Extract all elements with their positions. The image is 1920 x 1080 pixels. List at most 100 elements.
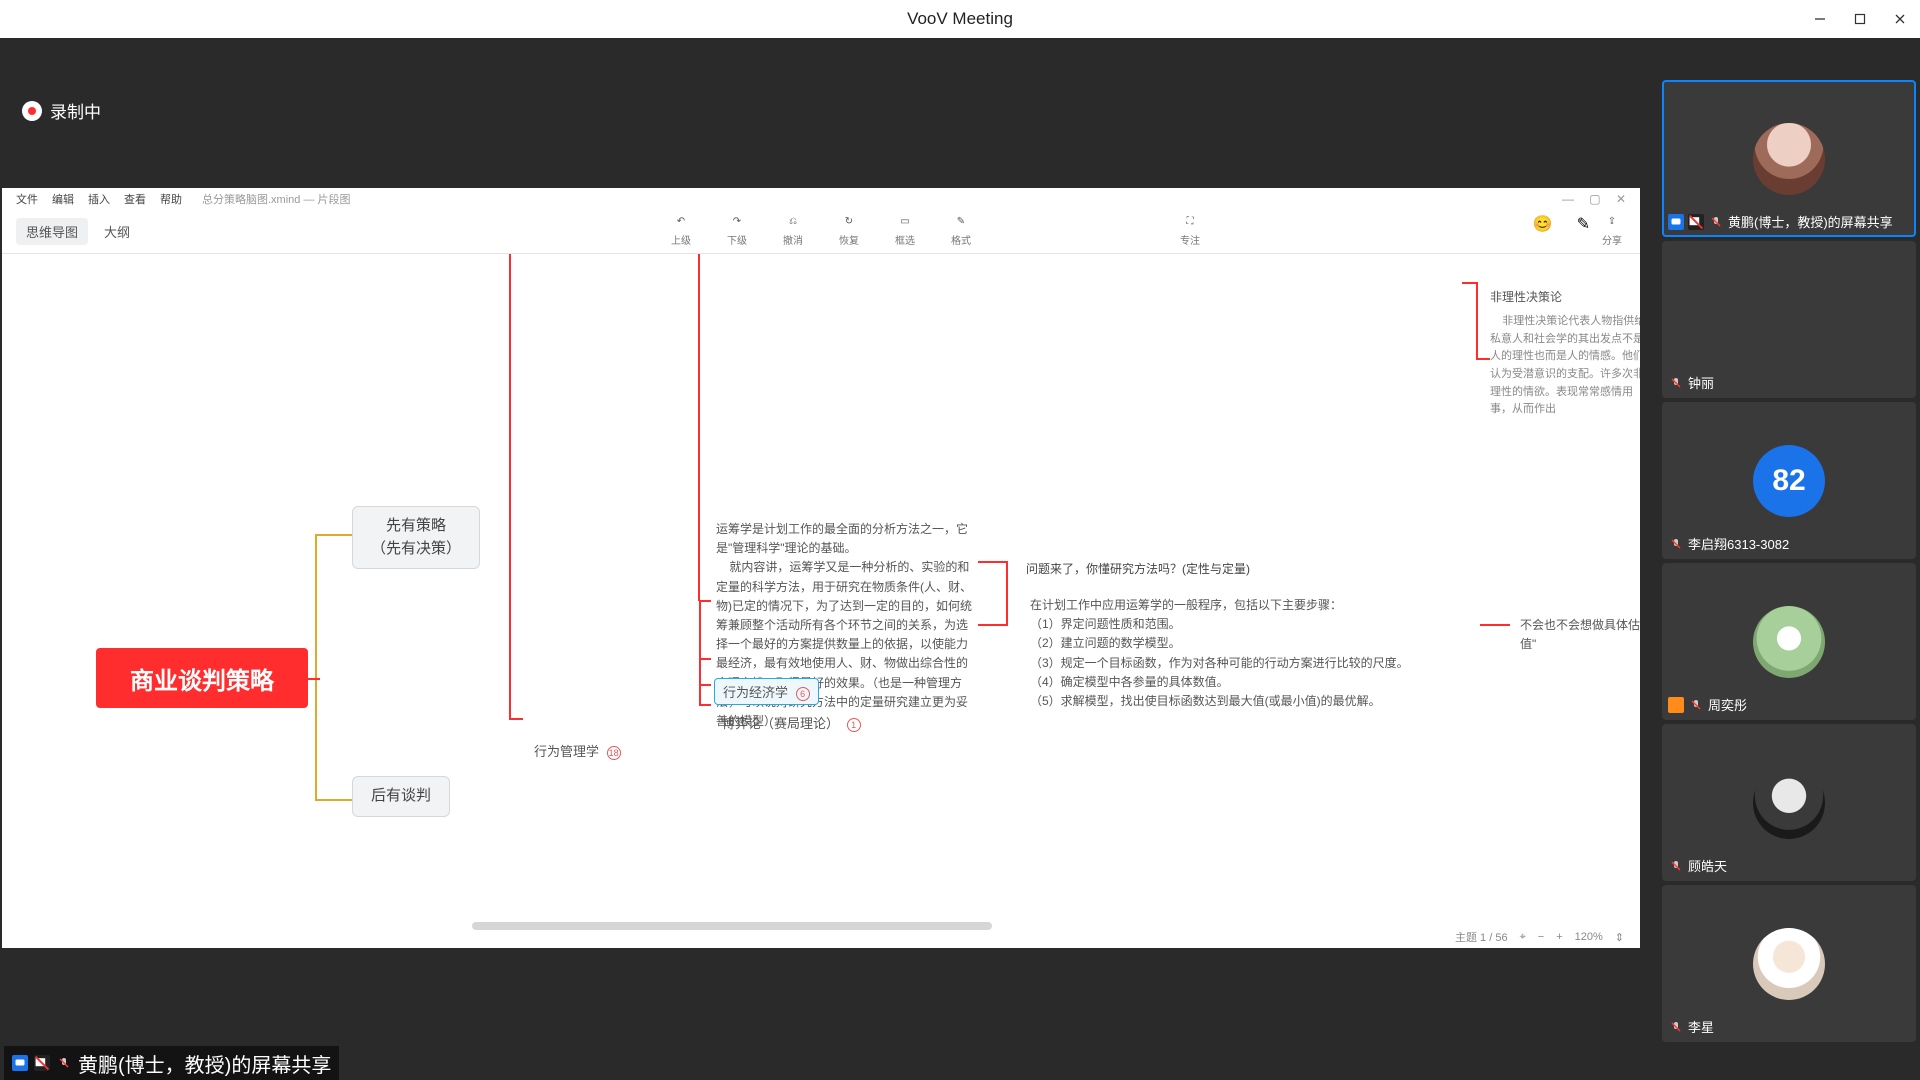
tab-outline[interactable]: 大纲 <box>104 222 130 241</box>
participant-tile[interactable]: 顾皓天 <box>1662 724 1916 881</box>
tool-next[interactable]: ↷下级 <box>727 212 747 247</box>
mic-muted-icon <box>1708 214 1724 230</box>
node-side[interactable]: 不会也不会想做具体估值" <box>1520 616 1640 654</box>
presenter-name: 黄鹏(博士，教授)的屏幕共享 <box>78 1049 331 1078</box>
participant-tile[interactable]: 钟丽 <box>1662 241 1916 398</box>
maximize-button[interactable] <box>1840 0 1880 38</box>
titlebar: VooV Meeting <box>0 0 1920 38</box>
app-toolbar: 思维导图 大纲 ↶上级 ↷下级 ⎌撤消 ↻恢复 ▭框选 ✎格式 ⛶专注 ⇪分享 … <box>2 210 1640 254</box>
root-node[interactable]: 商业谈判策略 <box>96 648 308 708</box>
connector <box>1462 282 1476 284</box>
mic-muted-icon <box>1668 1019 1684 1035</box>
app-title: VooV Meeting <box>907 9 1013 29</box>
connector <box>308 678 320 680</box>
presenter-label-bar: 黄鹏(博士，教授)的屏幕共享 <box>4 1046 339 1080</box>
close-button[interactable] <box>1880 0 1920 38</box>
mic-muted-icon <box>1688 697 1704 713</box>
participant-name: 周奕彤 <box>1708 695 1747 714</box>
connector <box>699 704 711 706</box>
node-non-rational[interactable]: 非理性决策论 非理性决策论代表人物指供给私意人和社会学的其出发点不是人的理性也而… <box>1490 288 1640 419</box>
connector <box>1006 561 1008 626</box>
menu-help[interactable]: 帮助 <box>160 191 182 207</box>
participant-name: 李星 <box>1688 1017 1714 1036</box>
tool-prev[interactable]: ↶上级 <box>671 212 691 247</box>
node-steps[interactable]: 在计划工作中应用运筹学的一般程序，包括以下主要步骤： （1）界定问题性质和范围。… <box>1030 596 1450 711</box>
node-question[interactable]: 问题来了，你懂研究方法吗？(定性与定量) <box>1026 560 1250 579</box>
participant-name-bar: 李启翔6313-3082 <box>1668 534 1789 553</box>
tab-mindmap[interactable]: 思维导图 <box>16 218 88 245</box>
connector <box>978 624 1008 626</box>
connector <box>315 799 355 801</box>
mindmap-canvas[interactable]: 商业谈判策略 先有策略 （先有决策） 后有谈判 运筹学是计划工作的最全面的分析方… <box>2 254 1640 924</box>
badge-icon <box>1668 697 1684 713</box>
participant-name: 顾皓天 <box>1688 856 1727 875</box>
connector <box>1480 624 1510 626</box>
participant-name-bar: 李星 <box>1668 1017 1714 1036</box>
participant-tile[interactable]: 黄鹏(博士，教授)的屏幕共享 <box>1662 80 1916 237</box>
avatar <box>1753 606 1825 678</box>
connector <box>509 254 511 719</box>
count-badge: 6 <box>796 687 810 701</box>
participant-name-bar: 周奕彤 <box>1668 695 1747 714</box>
right-iconbtns: 😊 ✎ <box>1533 214 1590 234</box>
participant-tile[interactable]: 周奕彤 <box>1662 563 1916 720</box>
meeting-stage: 录制中 文件 编辑 插入 查看 帮助 总分策略脑图.xmind — 片段图 — … <box>0 38 1920 1080</box>
app-menu-bar: 文件 编辑 插入 查看 帮助 总分策略脑图.xmind — 片段图 — ▢ ✕ <box>2 188 1640 210</box>
menu-insert[interactable]: 插入 <box>88 191 110 207</box>
node-mgmt[interactable]: 行为管理学 18 <box>526 738 629 763</box>
count-badge: 1 <box>847 718 861 732</box>
participant-name: 李启翔6313-3082 <box>1688 534 1789 553</box>
page-count: 主题 1 / 56 <box>1455 929 1508 945</box>
record-icon <box>22 101 42 121</box>
zoom-out[interactable]: − <box>1538 931 1544 943</box>
screen-share-icon <box>1668 214 1684 230</box>
connector <box>509 718 523 720</box>
doc-name: 总分策略脑图.xmind — 片段图 <box>202 191 351 207</box>
minimize-button[interactable] <box>1800 0 1840 38</box>
connector <box>978 561 1008 563</box>
video-off-icon <box>34 1055 50 1071</box>
node-behavioral-econ[interactable]: 行为经济学 6 <box>714 678 819 705</box>
status-bar: 主题 1 / 56 ⌖ − + 120% ⇕ <box>2 926 1640 948</box>
mic-muted-icon <box>56 1055 72 1071</box>
emoji-icon[interactable]: 😊 <box>1533 214 1553 234</box>
fit-icon[interactable]: ⌖ <box>1520 931 1526 944</box>
connector <box>315 534 355 536</box>
avatar <box>1753 767 1825 839</box>
zoom-in[interactable]: + <box>1556 931 1562 943</box>
zoom-level: 120% <box>1575 931 1603 943</box>
tool-frame[interactable]: ▭框选 <box>895 212 915 247</box>
inner-window-controls[interactable]: — ▢ ✕ <box>1562 192 1632 206</box>
tool-format[interactable]: ✎格式 <box>951 212 971 247</box>
participant-name: 黄鹏(博士，教授)的屏幕共享 <box>1728 212 1893 231</box>
zoom-stepper[interactable]: ⇕ <box>1615 931 1624 944</box>
tool-undo[interactable]: ⎌撤消 <box>783 212 803 247</box>
connector <box>315 534 317 801</box>
shared-screen: 文件 编辑 插入 查看 帮助 总分策略脑图.xmind — 片段图 — ▢ ✕ … <box>2 188 1640 948</box>
recording-label: 录制中 <box>50 98 101 123</box>
participant-name: 钟丽 <box>1688 373 1714 392</box>
window-buttons <box>1800 0 1920 38</box>
participant-name-bar: 黄鹏(博士，教授)的屏幕共享 <box>1668 212 1893 231</box>
menu-view[interactable]: 查看 <box>124 191 146 207</box>
node-game-theory[interactable]: 博弈论（赛局理论） 1 <box>714 710 869 735</box>
tool-share[interactable]: ⇪分享 <box>1602 212 1622 247</box>
screen-share-icon <box>12 1055 28 1071</box>
brush-icon[interactable]: ✎ <box>1577 214 1590 234</box>
participants-strip: 黄鹏(博士，教授)的屏幕共享钟丽 82李启翔6313-3082 周奕彤顾皓天李星 <box>1658 76 1920 1042</box>
tool-redo[interactable]: ↻恢复 <box>839 212 859 247</box>
right-share: ⇪分享 <box>1602 212 1622 247</box>
tool-focus[interactable]: ⛶专注 <box>1180 212 1200 247</box>
view-tabs: 思维导图 大纲 <box>2 210 130 253</box>
participant-name-bar: 顾皓天 <box>1668 856 1727 875</box>
participant-tile[interactable]: 82李启翔6313-3082 <box>1662 402 1916 559</box>
center-tools: ↶上级 ↷下级 ⎌撤消 ↻恢复 ▭框选 ✎格式 <box>671 212 971 247</box>
connector <box>699 658 711 660</box>
menu-file[interactable]: 文件 <box>16 191 38 207</box>
video-off-icon <box>1688 214 1704 230</box>
connector <box>699 684 711 686</box>
node-first-strategy[interactable]: 先有策略 （先有决策） <box>352 506 480 569</box>
menu-edit[interactable]: 编辑 <box>52 191 74 207</box>
node-negotiation[interactable]: 后有谈判 <box>352 776 450 817</box>
participant-tile[interactable]: 李星 <box>1662 885 1916 1042</box>
